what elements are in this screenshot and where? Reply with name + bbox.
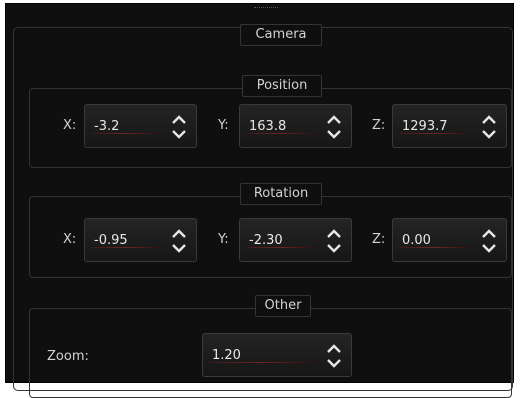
rotation-title: Rotation — [240, 183, 322, 205]
position-x-label: X: — [63, 118, 77, 133]
position-z-label: Z: — [372, 118, 386, 133]
position-x-value: -3.2 — [94, 119, 120, 134]
rotation-z-value: 0.00 — [402, 233, 431, 248]
rotation-z-underline — [399, 247, 470, 248]
chevron-updown-icon[interactable] — [480, 226, 498, 256]
rotation-x-underline — [91, 247, 160, 248]
camera-title: Camera — [240, 24, 322, 46]
window-edge-handle — [254, 7, 278, 11]
rotation-x-label: X: — [63, 232, 77, 247]
rotation-group: Rotation X: -0.95 Y: -2.30 Z: 0.00 — [29, 183, 512, 278]
position-y-value: 163.8 — [249, 119, 287, 134]
position-z-stepper[interactable]: 1293.7 — [392, 104, 507, 148]
camera-window: Camera Position X: -3.2 Y: 163.8 Z: 1293… — [5, 3, 514, 398]
position-y-stepper[interactable]: 163.8 — [239, 104, 352, 148]
rotation-y-value: -2.30 — [249, 233, 283, 248]
zoom-value: 1.20 — [212, 348, 241, 363]
chevron-updown-icon[interactable] — [170, 226, 188, 256]
rotation-y-underline — [246, 247, 315, 248]
chevron-updown-icon[interactable] — [325, 112, 343, 142]
rotation-x-value: -0.95 — [94, 233, 128, 248]
position-y-underline — [246, 133, 315, 134]
zoom-stepper[interactable]: 1.20 — [202, 333, 352, 377]
chevron-updown-icon[interactable] — [170, 112, 188, 142]
camera-panel: Camera Position X: -3.2 Y: 163.8 Z: 1293… — [13, 24, 513, 398]
rotation-z-stepper[interactable]: 0.00 — [392, 218, 507, 262]
zoom-label: Zoom: — [47, 349, 89, 364]
position-x-underline — [91, 133, 160, 134]
chevron-updown-icon[interactable] — [325, 226, 343, 256]
other-title: Other — [255, 295, 311, 317]
other-group: Other Zoom: 1.20 — [29, 295, 512, 398]
chevron-updown-icon[interactable] — [480, 112, 498, 142]
position-x-stepper[interactable]: -3.2 — [84, 104, 197, 148]
rotation-x-stepper[interactable]: -0.95 — [84, 218, 197, 262]
position-title: Position — [242, 75, 322, 97]
position-z-underline — [399, 133, 470, 134]
position-group: Position X: -3.2 Y: 163.8 Z: 1293.7 — [29, 75, 512, 168]
zoom-underline — [209, 362, 315, 363]
chevron-updown-icon[interactable] — [325, 341, 343, 371]
rotation-y-stepper[interactable]: -2.30 — [239, 218, 352, 262]
rotation-z-label: Z: — [372, 232, 386, 247]
position-z-value: 1293.7 — [402, 119, 448, 134]
position-y-label: Y: — [218, 118, 229, 133]
rotation-y-label: Y: — [218, 232, 229, 247]
